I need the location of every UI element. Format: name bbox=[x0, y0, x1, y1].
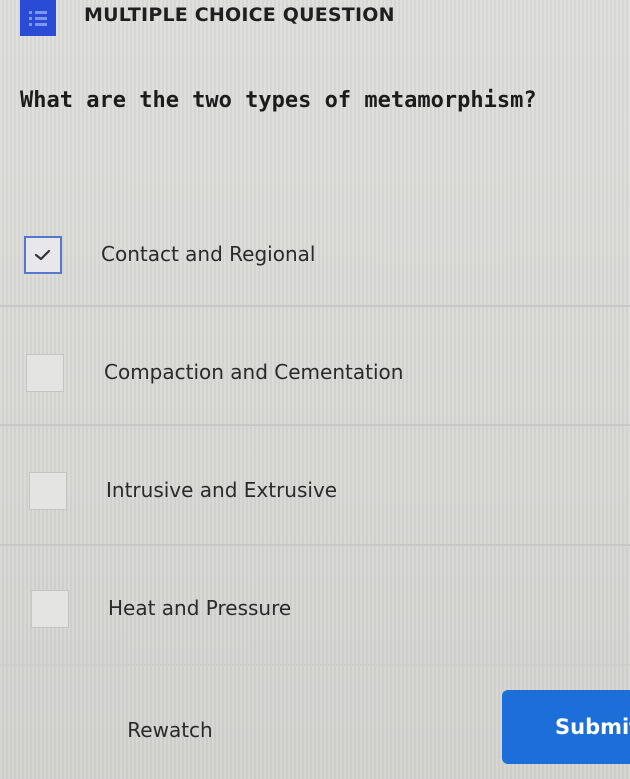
option-checkbox[interactable] bbox=[26, 354, 64, 392]
option-divider bbox=[0, 664, 630, 666]
submit-button[interactable]: Submit bbox=[502, 690, 630, 764]
option-checkbox[interactable] bbox=[31, 590, 69, 628]
rewatch-button[interactable]: Rewatch bbox=[100, 700, 240, 760]
answer-option-contact-regional[interactable]: Contact and Regional bbox=[0, 196, 630, 314]
answer-option-heat-pressure[interactable]: Heat and Pressure bbox=[0, 550, 630, 668]
answer-option-compaction-cementation[interactable]: Compaction and Cementation bbox=[0, 314, 630, 432]
option-label: Compaction and Cementation bbox=[104, 360, 404, 384]
option-divider bbox=[0, 424, 630, 426]
option-divider bbox=[0, 544, 630, 546]
option-label: Heat and Pressure bbox=[108, 596, 292, 620]
option-divider bbox=[0, 305, 630, 307]
option-label: Intrusive and Extrusive bbox=[106, 478, 338, 502]
question-type-label: MULTIPLE CHOICE QUESTION bbox=[84, 4, 395, 26]
list-icon bbox=[20, 0, 56, 36]
checkmark-icon bbox=[34, 249, 51, 261]
question-header: MULTIPLE CHOICE QUESTION bbox=[20, 0, 395, 38]
quiz-page: MULTIPLE CHOICE QUESTION What are the tw… bbox=[0, 0, 630, 779]
option-checkbox[interactable] bbox=[29, 472, 67, 510]
question-text: What are the two types of metamorphism? bbox=[20, 88, 537, 113]
answer-option-intrusive-extrusive[interactable]: Intrusive and Extrusive bbox=[0, 432, 630, 550]
option-label: Contact and Regional bbox=[101, 242, 316, 266]
option-checkbox[interactable] bbox=[24, 236, 62, 274]
